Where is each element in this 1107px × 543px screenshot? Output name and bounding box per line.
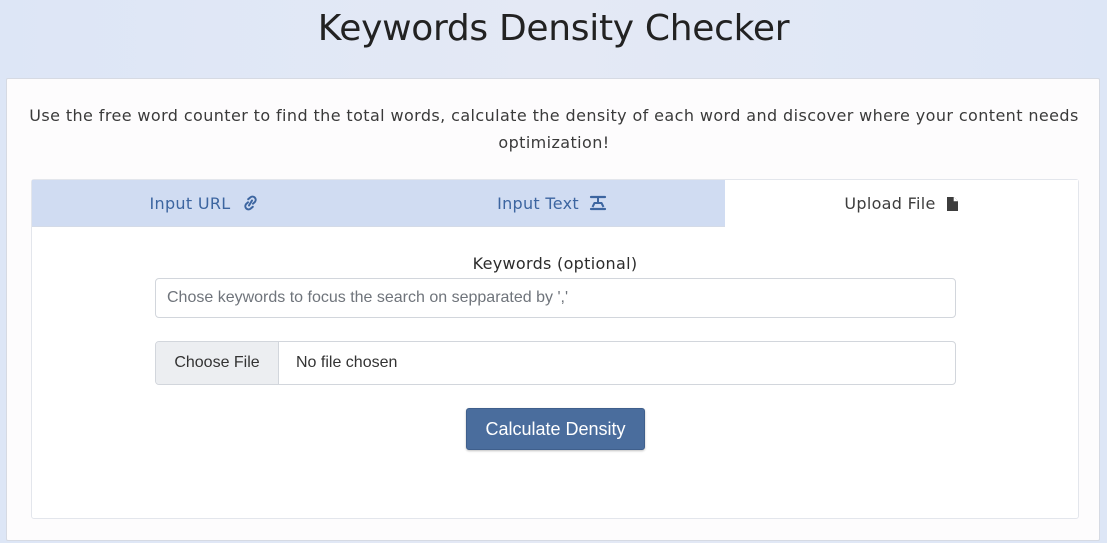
page-title: Keywords Density Checker bbox=[317, 8, 790, 49]
tab-input-url-label: Input URL bbox=[149, 193, 231, 213]
keywords-label: Keywords (optional) bbox=[472, 254, 638, 273]
file-icon bbox=[946, 196, 959, 212]
tabs-panel: Input URL Input Text Upload File Keyword… bbox=[31, 179, 1079, 519]
tab-input-text-label: Input Text bbox=[497, 193, 579, 213]
file-status-text: No file chosen bbox=[296, 354, 398, 371]
intro-text: Use the free word counter to find the to… bbox=[29, 106, 1079, 152]
file-upload-field[interactable]: Choose File No file chosen bbox=[155, 341, 956, 385]
tab-bar: Input URL Input Text Upload File bbox=[32, 180, 1078, 227]
keywords-input[interactable] bbox=[155, 278, 956, 318]
tab-input-text[interactable]: Input Text bbox=[379, 180, 725, 227]
tab-upload-file-label: Upload File bbox=[844, 194, 936, 213]
tab-input-url[interactable]: Input URL bbox=[32, 180, 379, 227]
link-icon bbox=[240, 195, 261, 211]
calculate-density-button[interactable]: Calculate Density bbox=[466, 408, 645, 450]
choose-file-button[interactable]: Choose File bbox=[156, 342, 279, 384]
text-icon bbox=[589, 195, 607, 211]
tab-upload-file[interactable]: Upload File bbox=[725, 180, 1078, 227]
main-card: Use the free word counter to find the to… bbox=[6, 78, 1100, 541]
